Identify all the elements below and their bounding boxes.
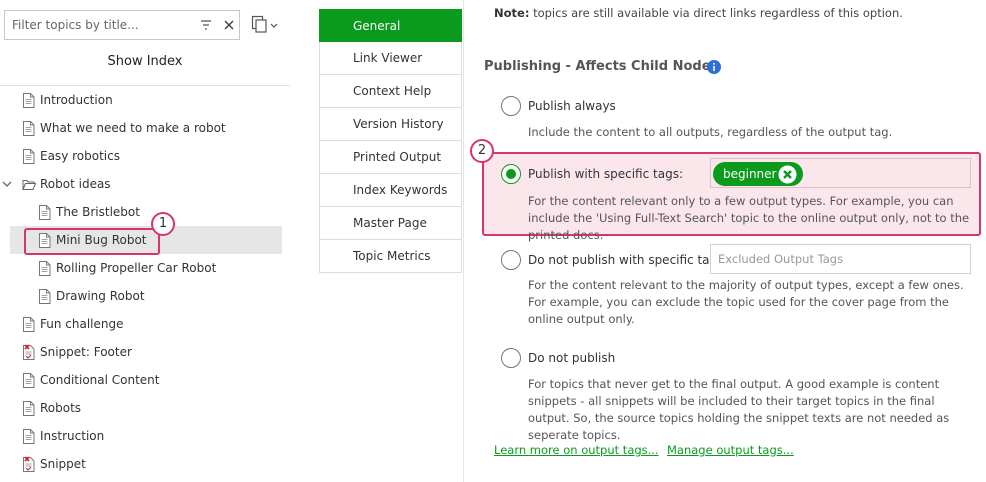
do-not-publish-label[interactable]: Do not publish	[528, 351, 615, 365]
callout-badge-1: 1	[151, 212, 175, 236]
open-folder-icon	[22, 180, 36, 190]
tree-item-conditional-content[interactable]: Conditional Content	[0, 366, 290, 394]
publish-always-radio[interactable]	[501, 96, 521, 116]
tree-item-label: Drawing Robot	[56, 289, 145, 303]
topic-tree-panel: Show Index Introduction What we need to m…	[0, 0, 290, 482]
tab-context-help[interactable]: Context Help	[319, 75, 462, 108]
tree-item-introduction[interactable]: Introduction	[0, 86, 290, 114]
filter-input[interactable]	[5, 11, 191, 39]
document-icon	[23, 149, 35, 164]
tree-item-the-bristlebot[interactable]: The Bristlebot	[0, 198, 290, 226]
not-publish-specific-tags-description: For the content relevant to the majority…	[528, 278, 964, 326]
tab-topic-metrics[interactable]: Topic Metrics	[319, 240, 462, 273]
tree-item-label: Robot ideas	[40, 177, 111, 191]
tree-item-what-we-need-to-make-a-robot[interactable]: What we need to make a robot	[0, 114, 290, 142]
snippet-icon	[23, 344, 35, 360]
tree-item-robot-ideas[interactable]: Robot ideas	[0, 170, 290, 198]
publish-specific-tags-description: For the content relevant only to a few o…	[528, 194, 970, 242]
remove-tag-icon[interactable]	[778, 165, 797, 184]
note-label: Note:	[494, 6, 530, 20]
divider	[463, 0, 464, 482]
document-icon	[23, 429, 35, 444]
tree-item-rolling-propeller-car-robot[interactable]: Rolling Propeller Car Robot	[0, 254, 290, 282]
not-publish-specific-tags-radio[interactable]	[501, 250, 521, 270]
tree-item-label: Easy robotics	[40, 149, 120, 163]
not-publish-specific-tags-label[interactable]: Do not publish with specific tags:	[528, 253, 727, 267]
tab-index-keywords[interactable]: Index Keywords	[319, 174, 462, 207]
tree-item-robots[interactable]: Robots	[0, 394, 290, 422]
callout-badge-2: 2	[470, 139, 494, 163]
document-icon	[39, 289, 51, 304]
tree-item-label: Introduction	[40, 93, 113, 107]
do-not-publish-description: For topics that never get to the final o…	[528, 377, 950, 442]
tab-master-page[interactable]: Master Page	[319, 207, 462, 240]
tree-item-label: Fun challenge	[40, 317, 124, 331]
show-index-button[interactable]: Show Index	[0, 46, 290, 78]
tab-link-viewer[interactable]: Link Viewer	[319, 42, 462, 75]
learn-more-output-tags-link[interactable]: Learn more on output tags...	[494, 443, 659, 457]
tree-item-label: The Bristlebot	[56, 205, 140, 219]
do-not-publish-radio[interactable]	[501, 348, 521, 368]
chevron-down-icon[interactable]	[2, 180, 12, 188]
section-title: Publishing - Affects Child Nodes	[484, 59, 719, 74]
document-icon	[23, 401, 35, 416]
tree-item-label: What we need to make a robot	[40, 121, 226, 135]
snippet-icon	[23, 456, 35, 472]
copy-options-icon[interactable]	[251, 15, 279, 35]
publish-specific-tags-label[interactable]: Publish with specific tags:	[528, 167, 683, 181]
filter-icon[interactable]	[200, 19, 212, 31]
document-icon	[39, 205, 51, 220]
tree-item-fun-challenge[interactable]: Fun challenge	[0, 310, 290, 338]
publish-always-description: Include the content to all outputs, rega…	[528, 125, 893, 139]
manage-output-tags-link[interactable]: Manage output tags...	[667, 443, 794, 457]
info-icon[interactable]	[707, 60, 721, 74]
document-icon	[39, 261, 51, 276]
filter-box	[4, 10, 240, 40]
tree-item-instruction[interactable]: Instruction	[0, 422, 290, 450]
tree-item-label: Conditional Content	[40, 373, 160, 387]
property-tabs: General Link Viewer Context Help Version Hi…	[319, 9, 462, 273]
excluded-tags-input[interactable]	[711, 245, 970, 273]
tag-chip-label: beginner	[723, 167, 777, 181]
highlight-frame-selected-topic	[24, 228, 160, 255]
close-icon[interactable]	[223, 19, 235, 31]
publish-always-label[interactable]: Publish always	[528, 99, 616, 113]
tab-printed-output[interactable]: Printed Output	[319, 141, 462, 174]
note-text: Note: topics are still available via dir…	[494, 6, 903, 20]
tree-item-snippet[interactable]: Snippet	[0, 450, 290, 478]
document-icon	[23, 93, 35, 108]
tree-item-label: Robots	[40, 401, 82, 415]
tab-version-history[interactable]: Version History	[319, 108, 462, 141]
tree-item-drawing-robot[interactable]: Drawing Robot	[0, 282, 290, 310]
tab-general[interactable]: General	[319, 9, 462, 42]
tree-item-snippet-footer[interactable]: Snippet: Footer	[0, 338, 290, 366]
tree-item-label: Instruction	[40, 429, 105, 443]
document-icon	[23, 373, 35, 388]
document-icon	[23, 317, 35, 332]
tree-item-easy-robotics[interactable]: Easy robotics	[0, 142, 290, 170]
excluded-tags-field	[710, 244, 971, 274]
tree-item-label: Snippet: Footer	[40, 345, 132, 359]
tree-item-label: Rolling Propeller Car Robot	[56, 261, 217, 275]
note-body: topics are still available via direct li…	[529, 6, 903, 20]
publish-specific-tags-radio[interactable]	[501, 164, 521, 184]
tree-item-label: Snippet	[40, 457, 86, 471]
document-icon	[23, 121, 35, 136]
